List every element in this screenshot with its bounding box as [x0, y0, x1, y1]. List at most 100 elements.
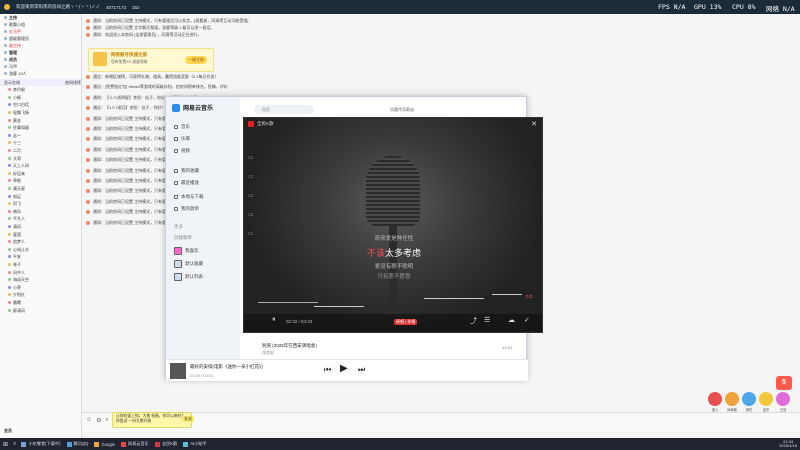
music-nav-item[interactable]: 乐库 — [174, 136, 190, 142]
sidebar-user-item[interactable]: 晨曦 — [0, 299, 81, 307]
sidebar-user-item[interactable]: 夕阳红 — [0, 291, 81, 299]
sidebar-filter-bar[interactable]: 显示在线 房间排序 — [0, 79, 81, 86]
gift-icon[interactable]: ⚙ — [96, 417, 101, 424]
sidebar-user-item[interactable]: 追梦人 — [0, 238, 81, 246]
member-section[interactable]: 会员 — [0, 427, 12, 434]
sidebar-group-item[interactable]: 主持 — [0, 14, 81, 21]
playlist-item[interactable]: 我喜欢 — [174, 247, 199, 255]
sidebar-user-item[interactable]: 大哥 — [0, 154, 81, 162]
start-icon[interactable]: ⊞ — [3, 441, 8, 448]
music-search-input[interactable]: 搜索 — [254, 105, 314, 114]
promo-button[interactable]: 一键注册 — [185, 56, 207, 64]
settings-icon[interactable]: ☰ — [484, 316, 490, 324]
taskbar-app[interactable]: 网易云音乐 — [120, 441, 149, 447]
sidebar-user-item[interactable]: 知足 — [0, 192, 81, 200]
tool-icon-2[interactable]: ▭ — [248, 173, 254, 180]
sidebar-user-item[interactable]: 平凡人 — [0, 215, 81, 223]
sidebar-group-item[interactable]: 红马甲 — [0, 28, 81, 35]
sidebar-user-item[interactable]: 往事如烟 — [0, 124, 81, 132]
nav-icon — [174, 181, 178, 185]
sidebar-user-item[interactable]: 心如止水 — [0, 245, 81, 253]
karaoke-window[interactable]: 全民K歌 ✕ ▭ ▭ ▭ ▭ ▭ 原来爱是种任性 不该太多考虑 爱没有聪不聪明 … — [243, 117, 543, 333]
music-nav-item[interactable]: 最近播放 — [174, 180, 199, 186]
play-button[interactable]: ▶ — [340, 363, 348, 374]
share-icon[interactable]: ⤴ — [470, 316, 477, 326]
music-nav-item[interactable]: 我的收藏 — [174, 168, 199, 174]
taskbar-app[interactable]: 腾讯QQ — [66, 441, 88, 447]
sidebar-user-item[interactable]: 好运来 — [0, 170, 81, 178]
sidebar-user-item[interactable]: 十三 — [0, 139, 81, 147]
gift-icon[interactable] — [725, 392, 739, 406]
sidebar-user-item[interactable]: 醉清风 — [0, 306, 81, 314]
sidebar-user-item[interactable]: 念一 — [0, 132, 81, 140]
sidebar-group-item[interactable]: 歌舞小组 — [0, 21, 81, 28]
close-icon[interactable]: ✕ — [531, 120, 537, 128]
karaoke-app-name: 全民K歌 — [257, 121, 274, 126]
music-nav-item[interactable]: 我的歌单 — [174, 206, 199, 212]
track-row[interactable]: 别哭 (2025年在西安演唱会) 徐良安 03:34 — [246, 341, 526, 357]
taskbar-app[interactable]: 全民K歌 — [154, 441, 177, 447]
sidebar-group-item[interactable]: 超级管理员 — [0, 35, 81, 42]
sidebar-user-item[interactable]: 黄金 — [0, 116, 81, 124]
five-badge[interactable]: 5 — [776, 376, 792, 390]
prev-button[interactable]: ⏮ — [324, 365, 331, 375]
vocal-mode-toggle[interactable]: 原唱 | 伴唱 — [394, 319, 418, 325]
check-icon[interactable]: ✓ — [524, 316, 530, 324]
taskbar-app[interactable]: AI小助手 — [183, 441, 207, 447]
music-nav-item[interactable]: 视频 — [174, 148, 190, 154]
sidebar-user-item[interactable]: 天上人间 — [0, 162, 81, 170]
search-icon[interactable]: ⌕ — [106, 417, 109, 424]
sidebar-user-item[interactable]: 海阔天空 — [0, 276, 81, 284]
avatar — [8, 118, 11, 122]
music-user-name[interactable]: 凤凰传奇歌迷 — [390, 107, 414, 113]
promo-card[interactable]: 网易账号快速注册 您有免费2G 流量领取 一键注册 — [88, 48, 214, 72]
music-nav-item[interactable]: 本地与下载 — [174, 194, 204, 200]
taskbar-app[interactable]: Google — [94, 441, 115, 447]
sidebar-user-item[interactable]: 风中人 — [0, 268, 81, 276]
gift-icon[interactable] — [708, 392, 722, 406]
sidebar-user-item[interactable]: 轻舞飞扬 — [0, 109, 81, 117]
playlist-item[interactable]: 默认列表 — [174, 273, 203, 281]
gift-icon[interactable] — [742, 392, 756, 406]
system-clock[interactable]: 21:34 2025/4/18 — [779, 439, 797, 449]
sidebar-user-item[interactable]: 二月 — [0, 147, 81, 155]
emoji-icon[interactable]: ☺ — [86, 417, 92, 424]
cloud-icon[interactable]: ☁ — [508, 316, 515, 324]
send-button[interactable]: 发送 — [182, 416, 194, 422]
sidebar-user-item[interactable]: 小辉 — [0, 94, 81, 102]
gift-icon[interactable] — [776, 392, 790, 406]
sidebar-user-item[interactable]: 林子 — [0, 261, 81, 269]
sidebar-user-item[interactable]: 南风 — [0, 208, 81, 216]
sidebar-user-item[interactable]: 草根 — [0, 177, 81, 185]
sidebar-group-item[interactable]: 副主持 — [0, 42, 81, 49]
pause-button[interactable]: ⏸ — [272, 316, 276, 324]
tool-icon-1[interactable]: ▭ — [248, 154, 254, 161]
sidebar-user-name: 小辉 — [13, 94, 21, 100]
sort-label[interactable]: 房间排序 — [65, 79, 81, 86]
sidebar-group-item[interactable]: 游客 19人 — [0, 70, 81, 77]
song-title[interactable]: 最好的安排(电影《送你一朵小红花》) — [190, 364, 263, 370]
song-cover[interactable] — [170, 363, 186, 379]
next-button[interactable]: ⏭ — [358, 365, 365, 375]
sidebar-user-item[interactable]: 满天星 — [0, 185, 81, 193]
search-icon[interactable]: ⌕ — [13, 441, 16, 448]
sidebar-user-item[interactable]: 爱国 — [0, 230, 81, 238]
sidebar-group-item[interactable]: 管理 — [0, 49, 81, 56]
music-nav-item[interactable]: 音乐 — [174, 124, 190, 130]
sidebar-user-item[interactable]: 李丹妮 — [0, 86, 81, 94]
gift-icon[interactable] — [759, 392, 773, 406]
sidebar-user-item[interactable]: 阿飞 — [0, 200, 81, 208]
sidebar-user-name: 十三 — [13, 140, 21, 146]
tool-icon-3[interactable]: ▭ — [248, 192, 254, 199]
notice-icon — [86, 32, 90, 37]
sidebar-group-item[interactable]: 马甲 — [0, 63, 81, 70]
sidebar-user-item[interactable]: 清风 — [0, 223, 81, 231]
sidebar-user-item[interactable]: 平安 — [0, 253, 81, 261]
taskbar-app[interactable]: 小吃零食(下载中) — [21, 441, 61, 447]
sidebar-user-item[interactable]: 空口白话 — [0, 101, 81, 109]
sidebar-user-item[interactable]: 小草 — [0, 283, 81, 291]
playlist-item[interactable]: 默认收藏 — [174, 260, 203, 268]
app-icon — [66, 441, 72, 447]
sidebar-group-item[interactable]: 成员 — [0, 56, 81, 63]
tool-icon-4[interactable]: ▭ — [248, 211, 254, 218]
